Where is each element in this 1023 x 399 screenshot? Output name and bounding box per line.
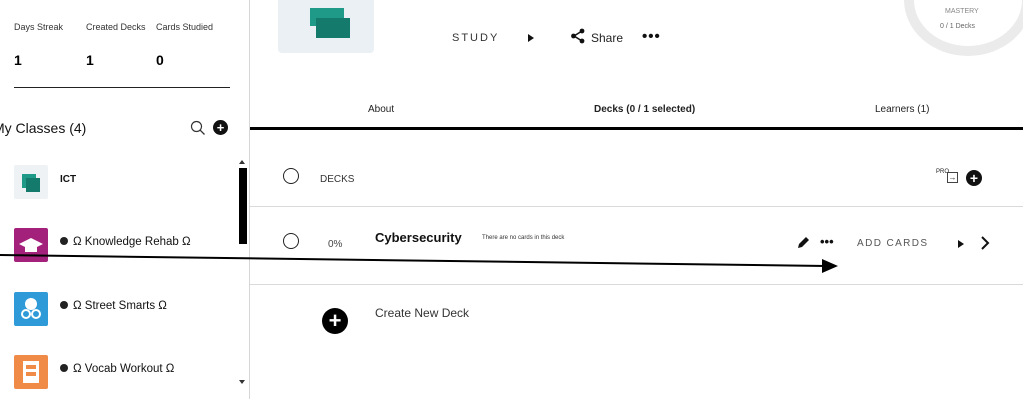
- decks-mastery-count: 0 / 1 Decks: [940, 23, 976, 30]
- create-new-deck-link[interactable]: Create New Deck: [375, 306, 469, 320]
- class-item-ict[interactable]: ICT: [14, 165, 234, 201]
- tab-learners[interactable]: Learners (1): [875, 104, 929, 115]
- tab-decks[interactable]: Decks (0 / 1 selected): [594, 104, 695, 115]
- stat-value: 1: [14, 52, 22, 68]
- chevron-right-icon[interactable]: [980, 236, 990, 250]
- class-name: ICT: [60, 174, 77, 185]
- class-thumbnail: [14, 228, 48, 262]
- stat-label: Cards Studied: [156, 22, 214, 32]
- stat-label: Created Decks: [86, 22, 146, 32]
- stacked-squares-icon: [22, 174, 40, 192]
- share-icon: [571, 28, 585, 44]
- select-all-radio[interactable]: [283, 168, 299, 184]
- scrollbar-thumb[interactable]: [239, 168, 247, 244]
- graduation-cap-icon: [19, 238, 43, 252]
- dictionary-icon: [23, 361, 39, 383]
- search-icon[interactable]: [190, 120, 206, 136]
- pencil-icon[interactable]: [796, 236, 810, 250]
- class-thumbnail: [14, 355, 48, 389]
- mastery-label: MASTERY: [945, 8, 979, 15]
- more-options-icon[interactable]: •••: [642, 28, 661, 45]
- status-dot: [60, 237, 68, 245]
- class-item-street-smarts[interactable]: Ω Street Smarts Ω: [14, 292, 234, 328]
- deck-more-options-icon[interactable]: •••: [820, 234, 834, 249]
- study-play-icon[interactable]: [528, 34, 534, 42]
- class-item-knowledge-rehab[interactable]: Ω Knowledge Rehab Ω: [14, 228, 234, 264]
- tab-about[interactable]: About: [368, 104, 394, 115]
- stat-label: Days Streak: [14, 22, 64, 32]
- import-deck-icon[interactable]: →: [947, 172, 958, 183]
- stat-value: 0: [156, 52, 164, 68]
- stat-created-decks: Created Decks 1: [86, 22, 146, 67]
- class-thumbnail: [14, 165, 48, 199]
- stacked-squares-icon: [310, 8, 350, 38]
- status-dot: [60, 301, 68, 309]
- class-thumbnail: [14, 292, 48, 326]
- class-name: Ω Vocab Workout Ω: [60, 363, 174, 375]
- stats-divider: [14, 87, 230, 88]
- scroll-up-arrow[interactable]: [239, 160, 245, 164]
- class-item-vocab-workout[interactable]: Ω Vocab Workout Ω: [14, 355, 234, 391]
- deck-select-radio[interactable]: [283, 233, 299, 249]
- class-name-text: Ω Knowledge Rehab Ω: [73, 236, 191, 248]
- status-dot: [60, 364, 68, 372]
- sidebar: Days Streak 1 Created Decks 1 Cards Stud…: [0, 0, 250, 399]
- add-class-icon[interactable]: +: [213, 120, 228, 135]
- row-divider: [250, 284, 1023, 285]
- deck-empty-note: There are no cards in this deck: [482, 235, 565, 241]
- class-name-text: Ω Vocab Workout Ω: [73, 363, 175, 375]
- class-name: Ω Street Smarts Ω: [60, 300, 167, 312]
- add-cards-button[interactable]: ADD CARDS: [857, 238, 929, 249]
- row-divider: [250, 206, 1023, 207]
- study-button[interactable]: STUDY: [452, 32, 499, 44]
- decks-header-label: DECKS: [320, 174, 355, 185]
- add-deck-icon[interactable]: +: [966, 170, 982, 186]
- class-name: Ω Knowledge Rehab Ω: [60, 236, 191, 248]
- share-label: Share: [591, 31, 624, 45]
- scroll-down-arrow[interactable]: [239, 380, 245, 384]
- deck-play-icon[interactable]: [958, 240, 964, 248]
- stat-value: 1: [86, 52, 94, 68]
- create-deck-icon[interactable]: +: [322, 308, 348, 334]
- stat-days-streak: Days Streak 1: [14, 22, 74, 67]
- deck-progress-percent: 0%: [328, 239, 343, 250]
- tabs-underline: [250, 127, 1023, 130]
- class-cover-image: [278, 0, 374, 53]
- brain-glasses-icon: [21, 298, 41, 319]
- deck-title[interactable]: Cybersecurity: [375, 230, 462, 245]
- my-classes-title: My Classes (4): [0, 120, 87, 136]
- stat-cards-studied: Cards Studied 0: [156, 22, 216, 67]
- class-name-text: Ω Street Smarts Ω: [73, 300, 167, 312]
